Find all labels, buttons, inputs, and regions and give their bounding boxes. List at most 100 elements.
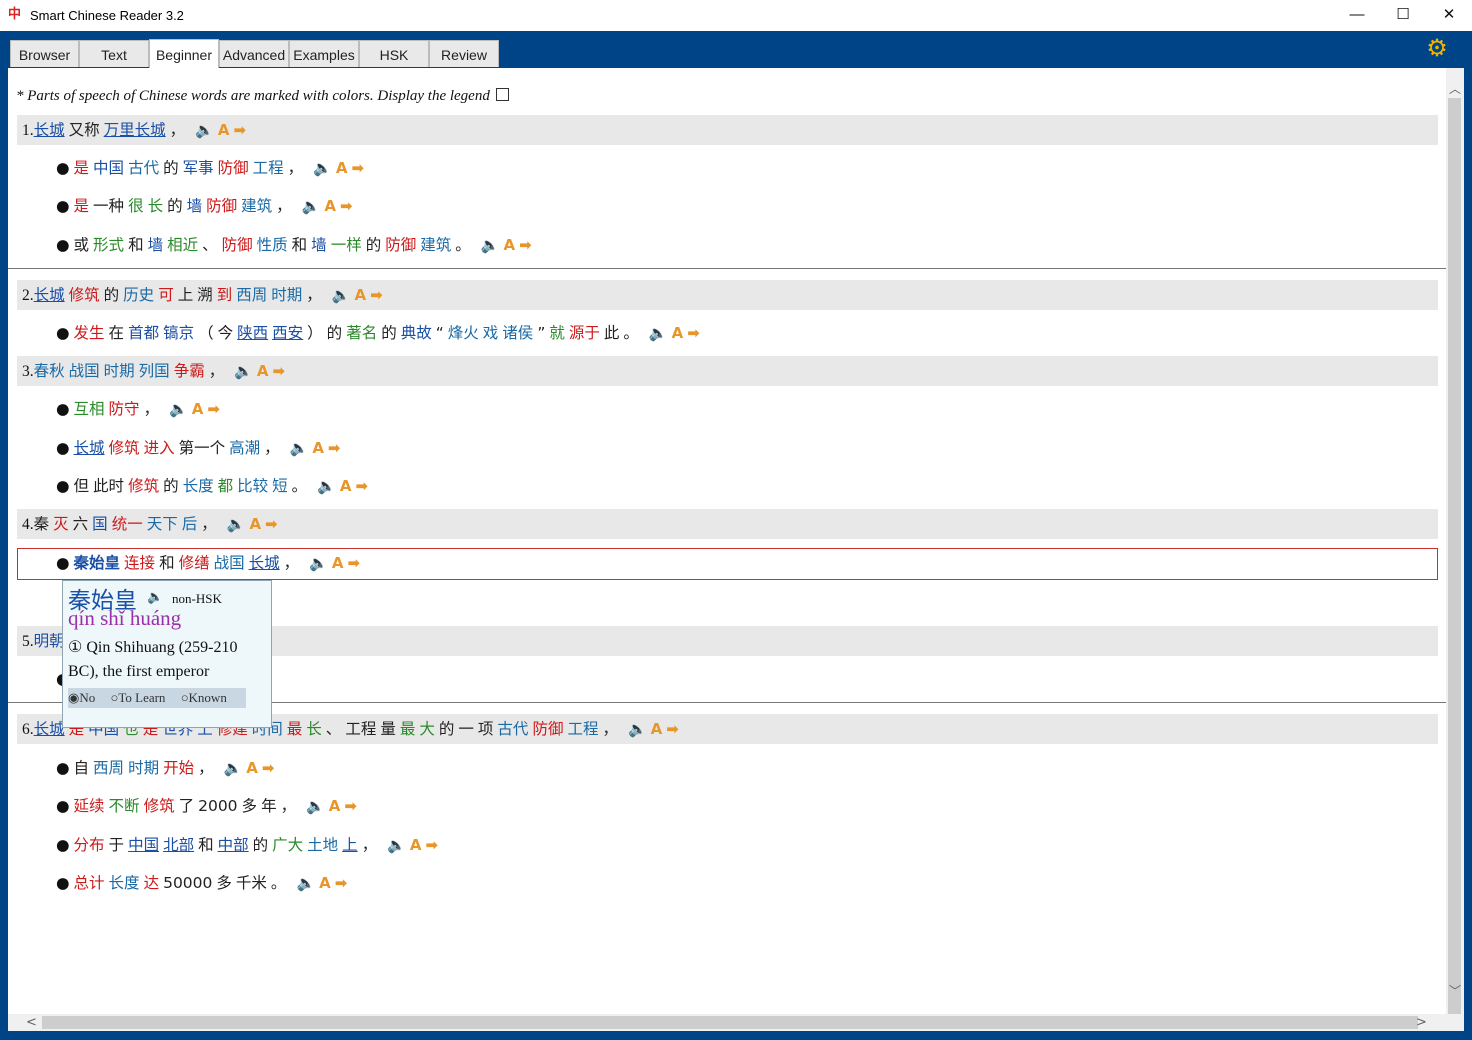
word[interactable]: 六 [73, 515, 89, 533]
word[interactable]: 性质 [257, 236, 288, 254]
word[interactable]: 长城 [34, 286, 65, 304]
word[interactable]: ， [170, 121, 186, 139]
speaker-icon[interactable]: 🔈 [224, 759, 243, 777]
word[interactable]: 战国 [214, 554, 245, 572]
radio-known[interactable]: ○Known [181, 690, 233, 705]
tab-review[interactable]: Review [429, 40, 499, 67]
word[interactable]: 开始 [163, 759, 194, 777]
word[interactable]: ， [362, 836, 378, 854]
word[interactable]: 千米 [236, 874, 267, 892]
word[interactable]: 一样 [331, 236, 362, 254]
arrow-right-icon[interactable]: ➡ [340, 197, 353, 215]
font-a-icon[interactable]: A [329, 797, 341, 815]
tab-beginner[interactable]: Beginner [149, 39, 219, 68]
speaker-icon[interactable]: 🔈 [296, 874, 315, 892]
font-a-icon[interactable]: A [651, 720, 663, 738]
speaker-icon[interactable]: 🔈 [481, 236, 500, 254]
word[interactable]: 广大 [272, 836, 303, 854]
word[interactable]: 上 [342, 836, 358, 854]
arrow-right-icon[interactable]: ➡ [355, 477, 368, 495]
word[interactable]: ， [288, 159, 304, 177]
font-a-icon[interactable]: A [192, 400, 204, 418]
word[interactable]: 建筑 [420, 236, 451, 254]
speaker-icon[interactable]: 🔈 [195, 121, 214, 139]
word[interactable]: 防御 [222, 236, 253, 254]
word[interactable]: 第一个 [179, 439, 226, 457]
arrow-right-icon[interactable]: ➡ [265, 515, 278, 533]
word[interactable]: 灭 [53, 515, 69, 533]
word[interactable]: 但 [74, 477, 90, 495]
arrow-right-icon[interactable]: ➡ [207, 400, 220, 418]
word[interactable]: 2000 [198, 797, 237, 815]
word[interactable]: 在 [109, 324, 125, 342]
word[interactable]: 。 [455, 236, 471, 254]
word[interactable]: ， [201, 515, 217, 533]
speaker-icon[interactable]: 🔈 [234, 362, 253, 380]
word[interactable]: 很 [128, 197, 144, 215]
word[interactable]: 项 [478, 720, 494, 738]
word[interactable]: 长城 [249, 554, 280, 572]
word[interactable]: 形式 [93, 236, 124, 254]
word[interactable]: 争霸 [174, 362, 205, 380]
tab-hsk[interactable]: HSK [359, 40, 429, 67]
word[interactable]: 分布 [74, 836, 105, 854]
word[interactable]: 不断 [109, 797, 140, 815]
word[interactable]: 上 [178, 286, 194, 304]
speaker-icon[interactable]: 🔈 [628, 720, 647, 738]
scroll-left-icon[interactable]: < [26, 1014, 37, 1031]
word[interactable]: 的 [163, 159, 179, 177]
font-a-icon[interactable]: A [332, 554, 344, 572]
horizontal-scroll-thumb[interactable] [42, 1016, 1418, 1029]
word[interactable]: 。 [292, 477, 308, 495]
minimize-button[interactable]: — [1334, 0, 1380, 31]
word[interactable]: 时期 [271, 286, 302, 304]
word[interactable]: 。 [623, 324, 639, 342]
word[interactable]: 列国 [139, 362, 170, 380]
word[interactable]: 西周 [93, 759, 124, 777]
word[interactable]: 多 [242, 797, 258, 815]
word[interactable]: ， [281, 797, 297, 815]
word[interactable]: 最 [287, 720, 303, 738]
word[interactable]: 的 [104, 286, 120, 304]
word[interactable]: ” [537, 324, 545, 342]
word[interactable]: 又称 [69, 121, 100, 139]
word[interactable]: 50000 [163, 874, 212, 892]
word[interactable]: 秦始皇 [74, 554, 121, 572]
word[interactable]: 工程 [345, 720, 376, 738]
word[interactable]: 防御 [218, 159, 249, 177]
arrow-right-icon[interactable]: ➡ [370, 286, 383, 304]
word[interactable]: 诸侯 [502, 324, 533, 342]
word[interactable]: 年 [261, 797, 277, 815]
tab-examples[interactable]: Examples [289, 40, 359, 67]
arrow-right-icon[interactable]: ➡ [233, 121, 246, 139]
word[interactable]: 首都 [128, 324, 159, 342]
word[interactable]: 后 [182, 515, 198, 533]
arrow-right-icon[interactable]: ➡ [351, 159, 364, 177]
font-a-icon[interactable]: A [410, 836, 422, 854]
word[interactable]: 溯 [197, 286, 213, 304]
font-a-icon[interactable]: A [340, 477, 352, 495]
word[interactable]: 战国 [69, 362, 100, 380]
word[interactable]: 中部 [218, 836, 249, 854]
arrow-right-icon[interactable]: ➡ [666, 720, 679, 738]
word[interactable]: 修筑 [109, 439, 140, 457]
word[interactable]: ， [264, 439, 280, 457]
tab-advanced[interactable]: Advanced [219, 40, 289, 67]
word[interactable]: 建筑 [241, 197, 272, 215]
word[interactable]: 中国 [128, 836, 159, 854]
speaker-icon[interactable]: 🔈 [169, 400, 188, 418]
word[interactable]: 都 [218, 477, 234, 495]
speaker-icon[interactable]: 🔈 [306, 797, 325, 815]
word[interactable]: 万里长城 [104, 121, 166, 139]
word[interactable]: 相近 [167, 236, 198, 254]
word[interactable]: 此 [604, 324, 620, 342]
word[interactable]: 陕西 [237, 324, 268, 342]
word[interactable]: 明朝 [34, 632, 65, 650]
word[interactable]: 长度 [183, 477, 214, 495]
word[interactable]: 和 [128, 236, 144, 254]
word[interactable]: 古代 [497, 720, 528, 738]
word[interactable]: 修缮 [179, 554, 210, 572]
word[interactable]: 军事 [183, 159, 214, 177]
word[interactable]: 长城 [74, 439, 105, 457]
gear-icon[interactable]: ⚙ [1424, 36, 1450, 62]
